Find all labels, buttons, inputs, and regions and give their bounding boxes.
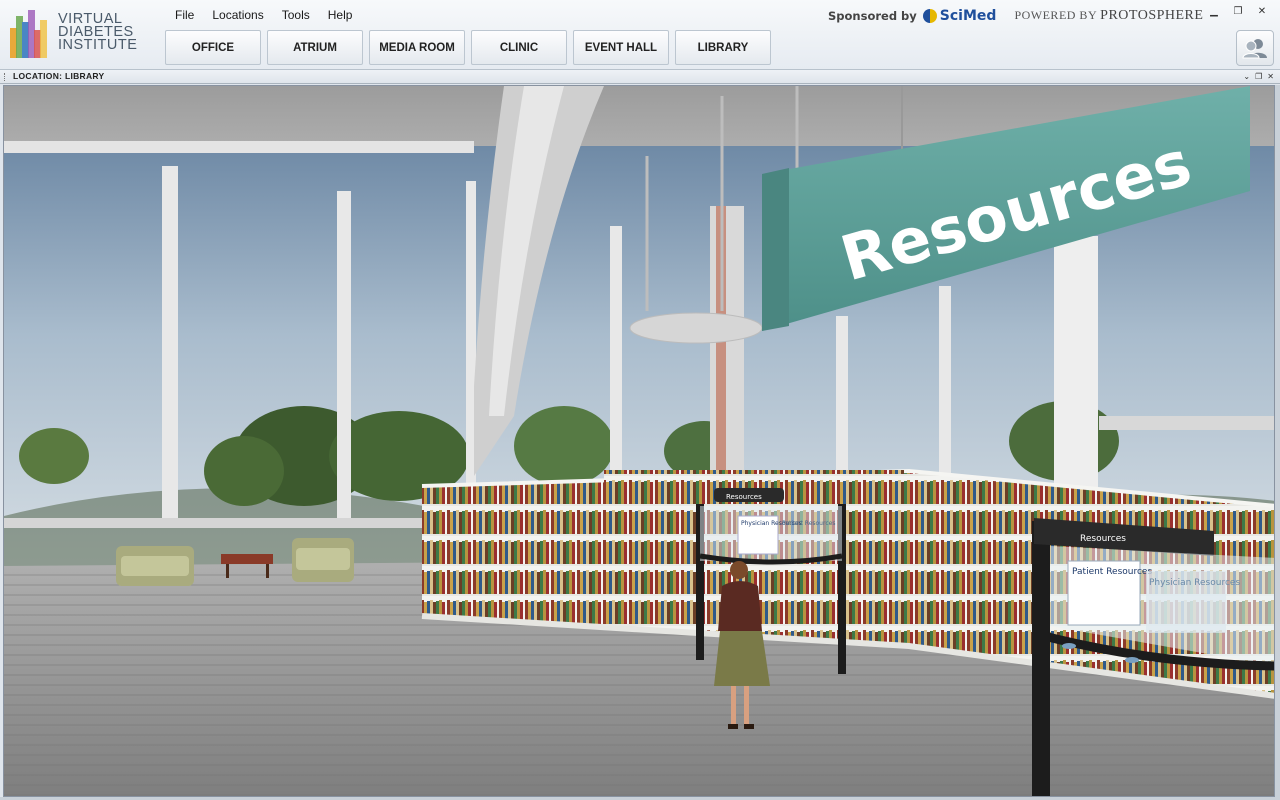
menu-file[interactable]: File: [166, 6, 203, 26]
people-icon: [1242, 39, 1267, 59]
restore-icon[interactable]: ❐: [1228, 5, 1248, 19]
location-label: LOCATION: LIBRARY: [13, 71, 105, 81]
grip-handle[interactable]: [4, 73, 7, 81]
nav-media-room-button[interactable]: MEDIA ROOM: [369, 30, 465, 65]
location-bar: LOCATION: LIBRARY ⌄ ❐ ✕: [0, 70, 1280, 84]
scimed-logo-icon: [922, 9, 937, 23]
window-frame-right: [1275, 85, 1280, 800]
close-icon[interactable]: ✕: [1252, 5, 1272, 19]
nav-event-hall-button[interactable]: EVENT HALL: [573, 30, 669, 65]
close-icon[interactable]: ✕: [1267, 70, 1274, 83]
restore-icon[interactable]: ❐: [1255, 70, 1262, 83]
logo-mark: [10, 10, 48, 58]
sponsor-label: Sponsored by: [828, 9, 917, 23]
people-button[interactable]: [1236, 30, 1274, 66]
nav-office-button[interactable]: OFFICE: [165, 30, 261, 65]
menu-tools[interactable]: Tools: [273, 6, 319, 26]
kiosk-left-item2: Patient Resources: [782, 520, 835, 527]
menubar: File Locations Tools Help: [166, 6, 361, 26]
nav-clinic-button[interactable]: CLINIC: [471, 30, 567, 65]
logo-line-3: INSTITUTE: [58, 37, 138, 53]
nav-library-button[interactable]: LIBRARY: [675, 30, 771, 65]
platform-name: PROTOSPHERE: [1100, 8, 1204, 23]
kiosk-right-item1: Patient Resources: [1072, 567, 1152, 577]
logo: VIRTUAL DIABETES INSTITUTE: [6, 6, 156, 64]
scene-render: Resources Resources Physician Resources …: [4, 86, 1274, 796]
nav-atrium-button[interactable]: ATRIUM: [267, 30, 363, 65]
sponsor-brand: SciMed: [939, 8, 997, 24]
kiosk-right-title: Resources: [1080, 534, 1126, 544]
chevron-down-icon[interactable]: ⌄: [1243, 70, 1250, 83]
app-window: VIRTUAL DIABETES INSTITUTE File Location…: [0, 0, 1280, 800]
menu-help[interactable]: Help: [319, 6, 362, 26]
minimize-icon[interactable]: ▁: [1204, 5, 1224, 19]
3d-viewport[interactable]: Resources Resources Physician Resources …: [3, 85, 1275, 797]
sponsor-banner: Sponsored by SciMed POWERED BY PROTOSPHE…: [828, 6, 1203, 26]
menu-locations[interactable]: Locations: [203, 6, 272, 26]
window-controls: ▁ ❐ ✕: [1204, 5, 1272, 19]
location-nav: OFFICE ATRIUM MEDIA ROOM CLINIC EVENT HA…: [165, 30, 771, 66]
kiosk-right-item2: Physician Resources: [1149, 578, 1240, 588]
header: VIRTUAL DIABETES INSTITUTE File Location…: [0, 0, 1280, 70]
powered-by-label: POWERED BY: [1014, 8, 1097, 22]
kiosk-left-title: Resources: [726, 493, 762, 501]
